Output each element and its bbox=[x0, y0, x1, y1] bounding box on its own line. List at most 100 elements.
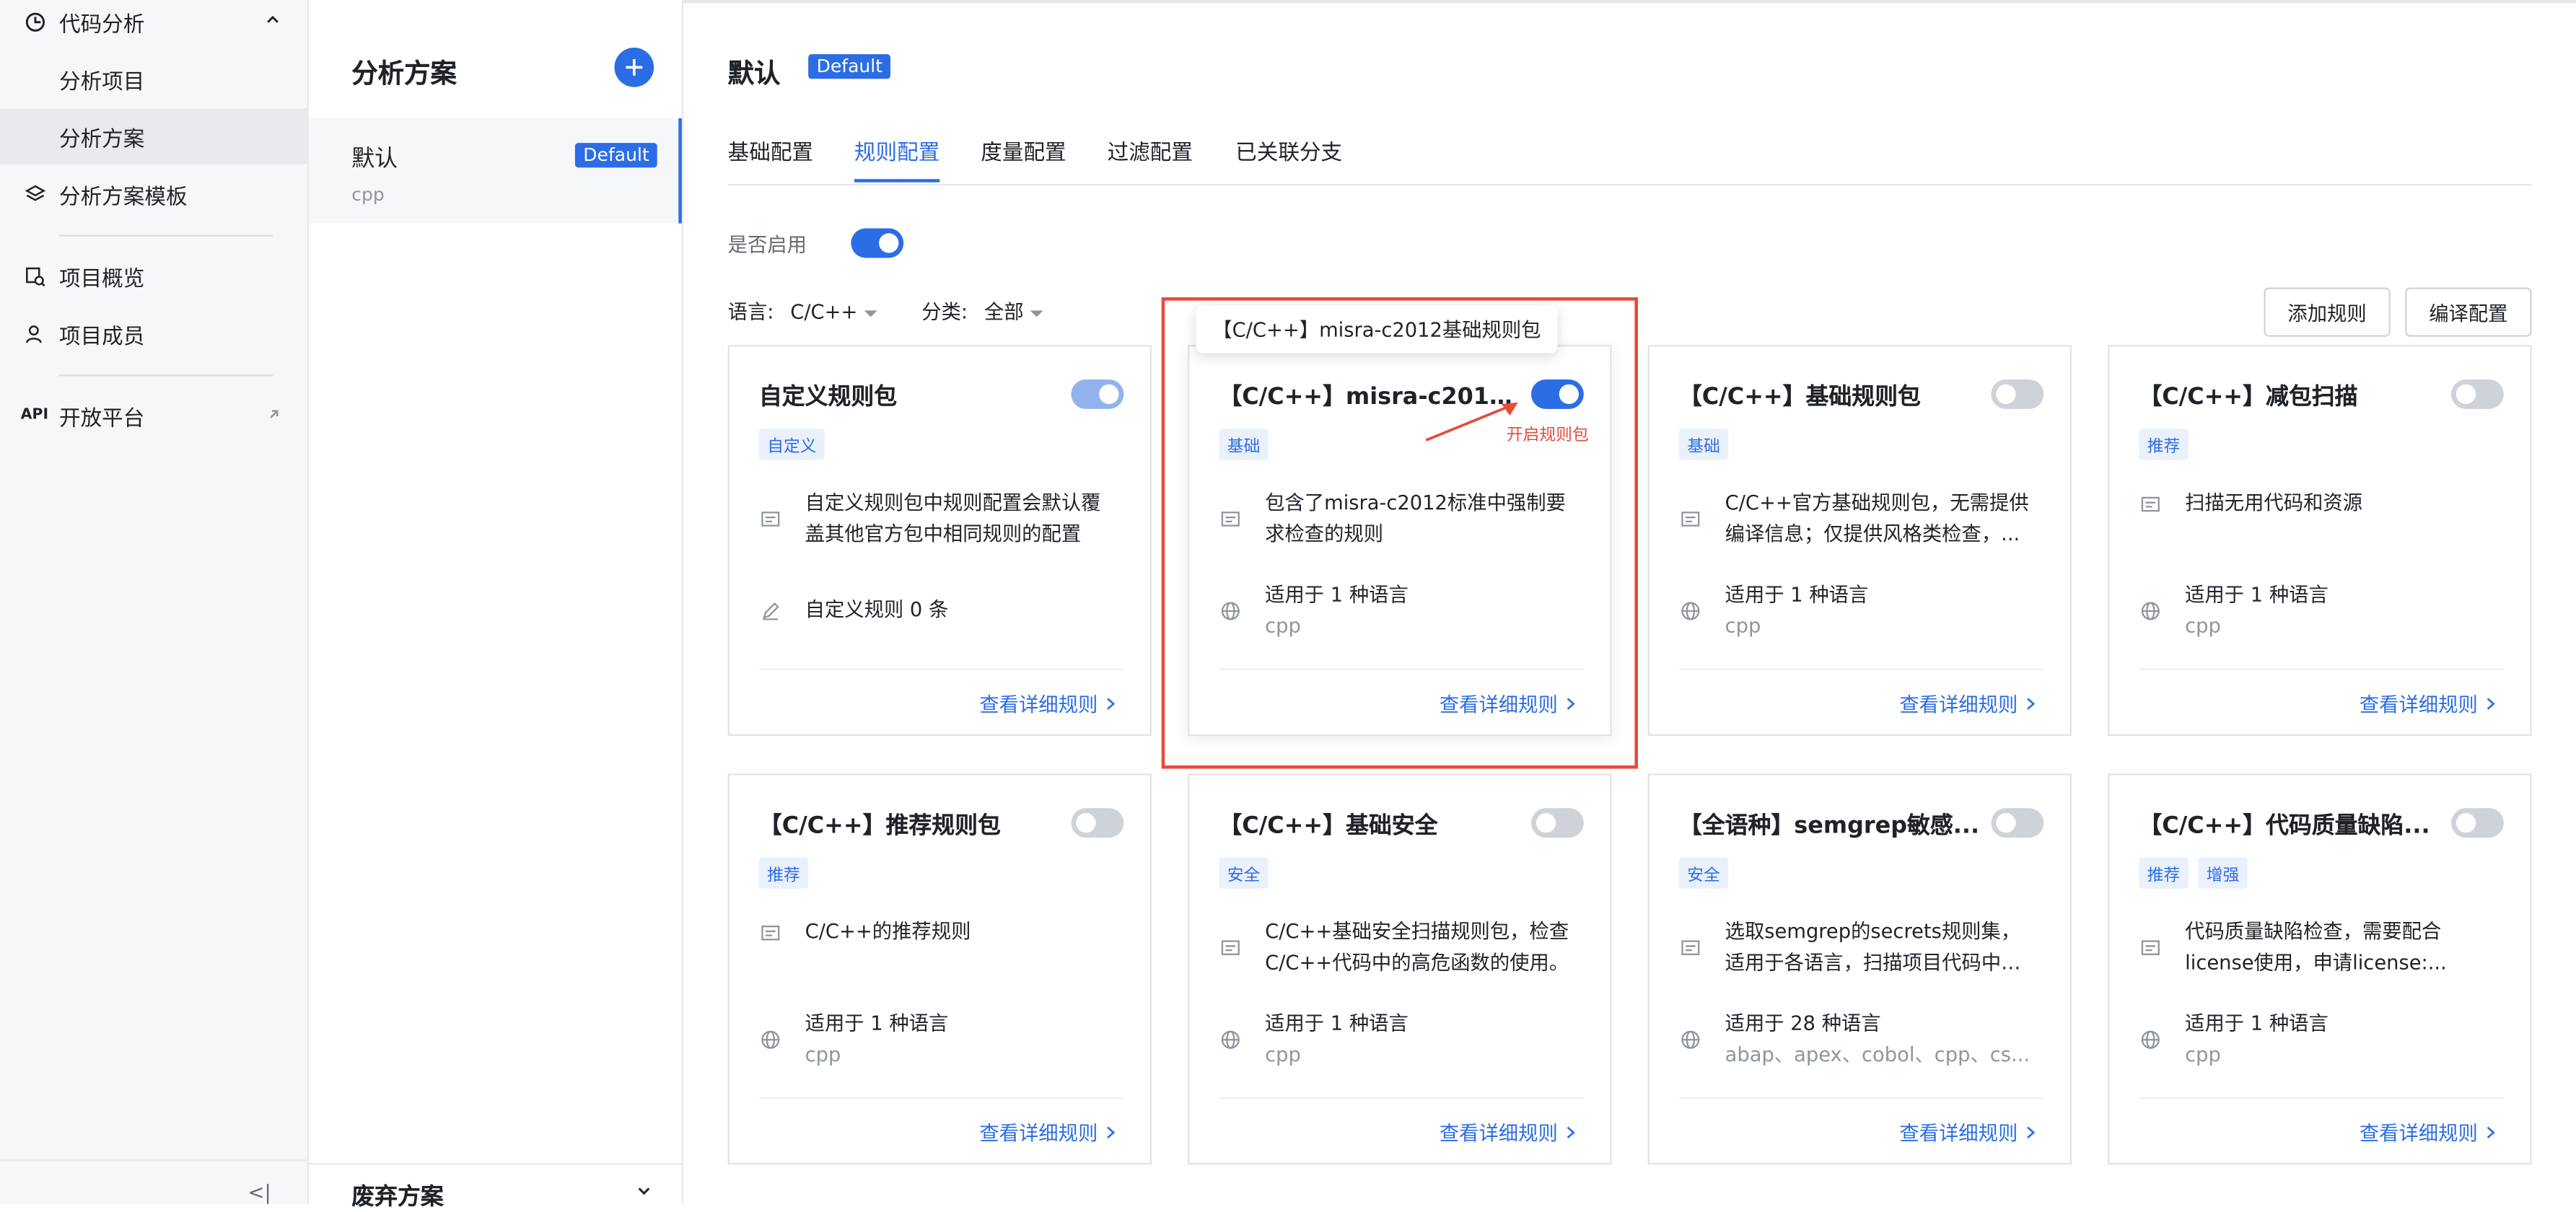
view-detail-rules-link[interactable]: 查看详细规则 bbox=[1899, 690, 2037, 718]
rule-package-card[interactable]: 【C/C++】推荐规则包 推荐 C/C++的推荐规则 适用于 1 种语言 cpp … bbox=[727, 773, 1152, 1165]
language-value: C/C++ bbox=[790, 300, 858, 324]
enable-label: 是否启用 bbox=[727, 233, 807, 257]
view-detail-rules-link[interactable]: 查看详细规则 bbox=[2360, 1119, 2497, 1147]
card-title: 【全语种】semgrep敏感... bbox=[1678, 813, 1980, 840]
tab-filter-config[interactable]: 过滤配置 bbox=[1108, 135, 1193, 179]
rule-package-card[interactable]: 【C/C++】代码质量缺陷... 推荐 增强 代码质量缺陷检查，需要配合licen… bbox=[2108, 773, 2532, 1165]
description-icon bbox=[759, 488, 782, 550]
card-enable-toggle[interactable] bbox=[2450, 379, 2504, 409]
card-tag: 推荐 bbox=[2139, 857, 2189, 889]
overview-icon bbox=[23, 265, 46, 288]
card-meta-row: 适用于 1 种语言 cpp bbox=[2139, 580, 2503, 643]
nav-plan-templates[interactable]: 分析方案模板 bbox=[0, 166, 307, 221]
view-detail-rules-link[interactable]: 查看详细规则 bbox=[979, 690, 1117, 718]
globe-icon bbox=[2139, 580, 2162, 643]
enable-toggle[interactable] bbox=[851, 228, 904, 258]
caret-down-icon bbox=[1030, 309, 1043, 317]
card-enable-toggle[interactable] bbox=[1071, 379, 1124, 409]
view-detail-rules-link[interactable]: 查看详细规则 bbox=[1440, 1119, 1577, 1147]
chevron-down-icon[interactable] bbox=[636, 1182, 652, 1204]
plus-icon bbox=[626, 58, 643, 76]
card-enable-toggle[interactable] bbox=[1991, 379, 2044, 409]
chevron-right-icon bbox=[2027, 698, 2036, 710]
card-languages: cpp bbox=[1725, 614, 1761, 638]
default-badge: Default bbox=[808, 54, 891, 79]
tab-linked-branches[interactable]: 已关联分支 bbox=[1235, 135, 1342, 179]
compile-config-button[interactable]: 编译配置 bbox=[2405, 287, 2532, 337]
rule-package-card[interactable]: 【全语种】semgrep敏感... 安全 选取semgrep的secrets规则… bbox=[1647, 773, 2072, 1165]
rule-package-card[interactable]: 【C/C++】减包扫描 推荐 扫描无用代码和资源 适用于 1 种语言 cpp 查看… bbox=[2108, 345, 2532, 737]
card-divider bbox=[758, 668, 1124, 670]
card-description: 代码质量缺陷检查，需要配合license使用，申请license:... bbox=[2185, 920, 2447, 975]
card-divider bbox=[1678, 668, 2044, 670]
nav-analysis-plans[interactable]: 分析方案 bbox=[0, 108, 307, 164]
card-meta: 自定义规则 0 条 bbox=[805, 597, 949, 621]
card-title: 【C/C++】代码质量缺陷... bbox=[2139, 813, 2430, 840]
card-description-row: C/C++基础安全扫描规则包，检查C/C++代码中的高危函数的使用。 bbox=[1219, 916, 1583, 979]
card-meta: 适用于 1 种语言 bbox=[2185, 1011, 2329, 1035]
tab-basic-config[interactable]: 基础配置 bbox=[728, 135, 813, 179]
card-description: C/C++官方基础规则包，无需提供编译信息；仅提供风格类检查，... bbox=[1725, 491, 2029, 545]
category-filter[interactable]: 分类: 全部 bbox=[921, 297, 1043, 325]
rule-package-card[interactable]: 【C/C++】基础安全 安全 C/C++基础安全扫描规则包，检查C/C++代码中… bbox=[1188, 773, 1612, 1165]
card-divider bbox=[758, 1097, 1124, 1099]
globe-icon bbox=[759, 1009, 782, 1071]
nav-footer-divider bbox=[0, 1159, 307, 1162]
tab-rule-config[interactable]: 规则配置 bbox=[854, 135, 940, 183]
plan-item-default[interactable]: 默认 Default cpp bbox=[309, 118, 682, 224]
rule-package-card[interactable]: 自定义规则包 自定义 自定义规则包中规则配置会默认覆盖其他官方包中相同规则的配置… bbox=[727, 345, 1152, 737]
card-description: C/C++的推荐规则 bbox=[805, 920, 971, 943]
nav-project-overview[interactable]: 项目概览 bbox=[0, 248, 307, 304]
nav-label: 分析项目 bbox=[58, 69, 145, 95]
annotation-text: 开启规则包 bbox=[1506, 426, 1589, 446]
plan-list-title: 分析方案 bbox=[351, 57, 457, 89]
add-plan-button[interactable] bbox=[614, 48, 654, 87]
language-filter[interactable]: 语言: C/C++ bbox=[728, 297, 877, 325]
card-enable-toggle[interactable] bbox=[1530, 808, 1584, 838]
view-detail-rules-link[interactable]: 查看详细规则 bbox=[979, 1119, 1117, 1147]
card-enable-toggle[interactable] bbox=[1071, 808, 1124, 838]
deprecated-plans-header[interactable]: 废弃方案 bbox=[351, 1180, 444, 1212]
nav-code-analysis[interactable]: 代码分析 bbox=[0, 0, 307, 49]
card-enable-toggle[interactable] bbox=[1991, 808, 2044, 838]
description-icon bbox=[2139, 488, 2162, 519]
category-label: 分类: bbox=[921, 300, 968, 324]
top-border bbox=[683, 0, 2576, 4]
api-icon: API bbox=[20, 407, 49, 424]
nav-analysis-projects[interactable]: 分析项目 bbox=[0, 51, 307, 107]
collapse-sidebar-button[interactable]: <| bbox=[248, 1181, 271, 1204]
card-tag: 推荐 bbox=[2139, 429, 2189, 460]
globe-icon bbox=[1679, 580, 1702, 643]
description-icon bbox=[759, 916, 782, 947]
card-tag: 自定义 bbox=[758, 429, 825, 460]
highlight-box bbox=[1161, 297, 1638, 769]
chevron-right-icon bbox=[2487, 1126, 2495, 1139]
card-tags: 自定义 bbox=[758, 429, 825, 460]
nav-open-platform[interactable]: API 开放平台 bbox=[0, 387, 307, 443]
card-divider bbox=[2139, 1097, 2504, 1099]
card-enable-toggle[interactable] bbox=[2450, 808, 2504, 838]
card-divider bbox=[1219, 1097, 1584, 1099]
external-link-icon bbox=[266, 403, 281, 428]
card-meta-row: 适用于 1 种语言 cpp bbox=[759, 1009, 1123, 1071]
nav-project-members[interactable]: 项目成员 bbox=[0, 305, 307, 361]
plan-name: 默认 bbox=[351, 146, 398, 173]
view-detail-rules-link[interactable]: 查看详细规则 bbox=[1899, 1119, 2037, 1147]
rule-package-card[interactable]: 【C/C++】基础规则包 基础 C/C++官方基础规则包，无需提供编译信息；仅提… bbox=[1647, 345, 2072, 737]
nav-label: 项目成员 bbox=[58, 324, 145, 349]
edit-icon bbox=[759, 594, 782, 625]
chevron-up-icon[interactable] bbox=[265, 9, 281, 34]
nav-divider bbox=[58, 374, 273, 377]
add-rule-button[interactable]: 添加规则 bbox=[2264, 287, 2391, 337]
view-detail-rules-link[interactable]: 查看详细规则 bbox=[2360, 690, 2497, 718]
nav-label: 项目概览 bbox=[58, 266, 145, 292]
detail-label: 查看详细规则 bbox=[1899, 1122, 2018, 1145]
chevron-right-icon bbox=[1107, 1126, 1116, 1139]
nav-divider bbox=[58, 234, 273, 237]
card-meta-row: 适用于 1 种语言 cpp bbox=[2139, 1009, 2503, 1071]
card-meta: 适用于 28 种语言 bbox=[1725, 1011, 1881, 1035]
chevron-right-icon bbox=[1567, 1126, 1575, 1139]
card-description-row: 自定义规则包中规则配置会默认覆盖其他官方包中相同规则的配置 bbox=[759, 488, 1123, 550]
plan-divider bbox=[309, 1162, 682, 1165]
tab-metric-config[interactable]: 度量配置 bbox=[981, 135, 1066, 179]
